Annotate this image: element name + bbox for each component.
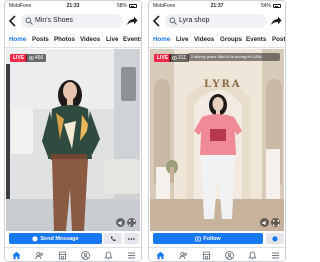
search-input-text: Lyra shop — [179, 17, 210, 24]
tab-home[interactable]: Home — [9, 32, 27, 47]
search-input-text: Min's Shoes — [35, 17, 73, 24]
battery-status: 54% — [261, 1, 281, 11]
follow-icon — [195, 236, 202, 241]
tab-posts[interactable]: Posts — [272, 32, 285, 47]
tab-home[interactable]: Home — [153, 32, 171, 47]
volume-icon — [118, 220, 121, 225]
search-row: Min's Shoes — [5, 12, 141, 30]
eye-icon — [172, 56, 177, 60]
notifications-icon[interactable] — [248, 251, 257, 260]
live-video-scene — [150, 49, 284, 231]
viewer-count: 456 — [26, 54, 47, 62]
tab-events[interactable]: Events — [123, 32, 141, 47]
volume-button[interactable] — [260, 218, 269, 227]
fullscreen-icon — [128, 219, 135, 226]
status-bar: MobiFone 21:33 58% — [5, 1, 141, 11]
share-icon[interactable] — [270, 15, 282, 27]
viewer-count-value: 311 — [178, 55, 186, 61]
viewer-count: 311 — [169, 54, 189, 62]
marketplace-icon[interactable] — [58, 251, 67, 260]
bottom-nav — [5, 247, 141, 261]
volume-icon — [262, 220, 265, 225]
live-video[interactable]: LIVE 456 — [6, 49, 140, 231]
battery-icon — [129, 4, 137, 8]
page-tabs: Home Posts Photos Videos Live Events — [5, 32, 141, 48]
back-icon[interactable] — [8, 15, 18, 27]
live-comment: 2 skinny jeans 98k! Ai Ai phòng thì 125k — [188, 53, 280, 61]
phone-icon — [110, 236, 116, 241]
battery-percent: 54% — [260, 3, 271, 9]
search-icon — [25, 17, 33, 25]
action-row: Follow — [149, 232, 285, 245]
live-video[interactable]: LYRA LIVE 311 2 skinny jeans 98k! Ai Ai … — [150, 49, 284, 231]
messenger-icon — [272, 235, 278, 242]
friends-icon[interactable] — [179, 251, 188, 260]
action-row: Send Message — [5, 232, 141, 245]
viewer-count-value: 456 — [35, 55, 44, 61]
live-badge: LIVE — [10, 54, 28, 62]
home-icon[interactable] — [12, 251, 21, 260]
tab-groups[interactable]: Groups — [220, 32, 242, 47]
battery-percent: 58% — [116, 3, 127, 9]
follow-label: Follow — [203, 235, 221, 242]
tab-events[interactable]: Events — [246, 32, 266, 47]
tab-live[interactable]: Live — [176, 32, 188, 47]
share-icon[interactable] — [126, 15, 138, 27]
phone-screen-left: MobiFone 21:33 58% Min's Shoes Home Post… — [4, 0, 142, 262]
call-button[interactable] — [104, 233, 122, 244]
menu-icon[interactable] — [127, 251, 136, 260]
search-field[interactable]: Lyra shop — [165, 14, 267, 28]
store-sign: LYRA — [204, 79, 242, 90]
message-button[interactable] — [266, 233, 284, 244]
search-field[interactable]: Min's Shoes — [21, 14, 123, 28]
fullscreen-button[interactable] — [271, 218, 280, 227]
send-message-label: Send Message — [40, 235, 79, 242]
phone-screen-right: MobiFone 21:37 54% Lyra shop Home Live V… — [148, 0, 286, 262]
tab-posts[interactable]: Posts — [32, 32, 49, 47]
messenger-icon — [32, 235, 38, 242]
notifications-icon[interactable] — [104, 251, 113, 260]
menu-icon[interactable] — [271, 251, 280, 260]
marketplace-icon[interactable] — [202, 251, 211, 260]
follow-button[interactable]: Follow — [153, 233, 263, 244]
eye-icon — [29, 56, 34, 60]
bottom-nav — [149, 247, 285, 261]
tab-live[interactable]: Live — [106, 32, 118, 47]
fullscreen-button[interactable] — [127, 218, 136, 227]
tab-videos[interactable]: Videos — [194, 32, 214, 47]
search-row: Lyra shop — [149, 12, 285, 30]
search-icon — [169, 17, 177, 25]
fullscreen-icon — [272, 219, 279, 226]
battery-icon — [273, 4, 281, 8]
volume-button[interactable] — [116, 218, 125, 227]
tab-photos[interactable]: Photos — [54, 32, 75, 47]
battery-status: 58% — [117, 1, 137, 11]
friends-icon[interactable] — [35, 251, 44, 260]
more-button[interactable] — [124, 233, 139, 244]
back-icon[interactable] — [152, 15, 162, 27]
profile-icon[interactable] — [81, 251, 90, 260]
more-icon — [128, 237, 135, 240]
page-tabs: Home Live Videos Groups Events Posts — [149, 32, 285, 48]
tab-videos[interactable]: Videos — [80, 32, 100, 47]
status-bar: MobiFone 21:37 54% — [149, 1, 285, 11]
live-video-scene — [6, 49, 140, 231]
profile-icon[interactable] — [225, 251, 234, 260]
home-icon[interactable] — [156, 251, 165, 260]
send-message-button[interactable]: Send Message — [9, 233, 102, 244]
